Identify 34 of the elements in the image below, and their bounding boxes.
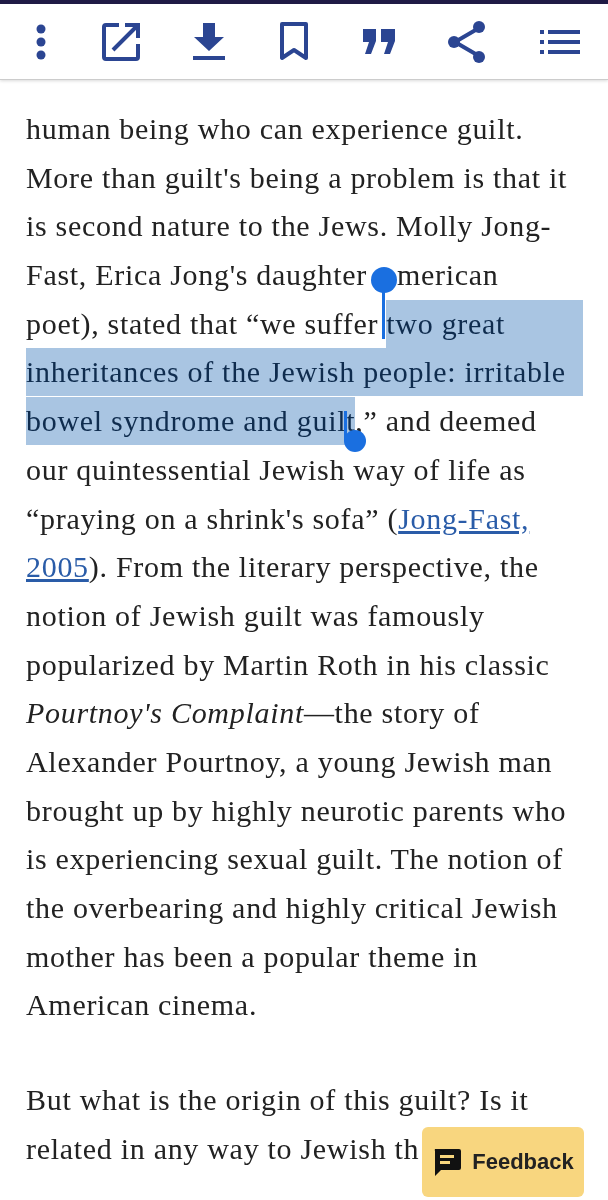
more-icon[interactable]	[34, 23, 48, 60]
external-link-icon[interactable]	[100, 21, 141, 62]
body-text: ). From the literary perspective, the	[88, 550, 539, 585]
body-text: our quintessential Jewish way of life as	[26, 452, 526, 487]
body-text: brought up by highly neurotic parents who	[26, 793, 567, 828]
feedback-button[interactable]: Feedback	[422, 1127, 584, 1197]
body-text: notion of Jewish guilt was famously	[26, 598, 485, 633]
body-text: related in any way to Jewish th	[26, 1131, 420, 1166]
body-text: American cinema.	[26, 988, 258, 1023]
body-text: —the story of	[303, 696, 480, 731]
body-text: But what is the origin of this guilt? Is it	[26, 1083, 529, 1118]
body-text: “praying on a shrink's sofa” (	[26, 501, 399, 536]
body-text: Alexander Pourtnoy, a young Jewish man	[26, 744, 553, 779]
chat-icon	[432, 1147, 463, 1177]
body-text: Pourtnoy's Complaint	[26, 696, 304, 731]
selected-text: inheritances of the Jewish people: irritable	[26, 348, 583, 397]
body-text: merican	[396, 258, 499, 293]
body-text: human being who can experience guilt.	[26, 112, 524, 147]
body-text: Fast, Erica Jong's daughter	[26, 258, 367, 293]
selected-text: two great	[386, 299, 583, 348]
body-text: More than guilt's being a problem is that it	[26, 160, 568, 195]
body-text: is experiencing sexual guilt. The notion of	[26, 842, 563, 877]
quote-icon[interactable]	[362, 28, 395, 55]
body-text: mother has been a popular theme in	[26, 939, 478, 974]
body-text: the overbearing and highly critical Jewish	[26, 891, 558, 926]
citation-link[interactable]: Jong-Fast,	[398, 501, 530, 536]
download-icon[interactable]	[193, 22, 226, 61]
body-text: is second nature to the Jews. Molly Jong-	[26, 209, 552, 244]
bookmark-icon[interactable]	[277, 21, 310, 62]
share-icon[interactable]	[447, 19, 488, 64]
body-text: popularized by Martin Roth in his classic	[26, 647, 550, 682]
citation-link[interactable]: 2005	[26, 550, 89, 585]
body-text: poet), stated that “we suffer	[26, 306, 380, 341]
table-of-contents-icon[interactable]	[539, 29, 580, 54]
